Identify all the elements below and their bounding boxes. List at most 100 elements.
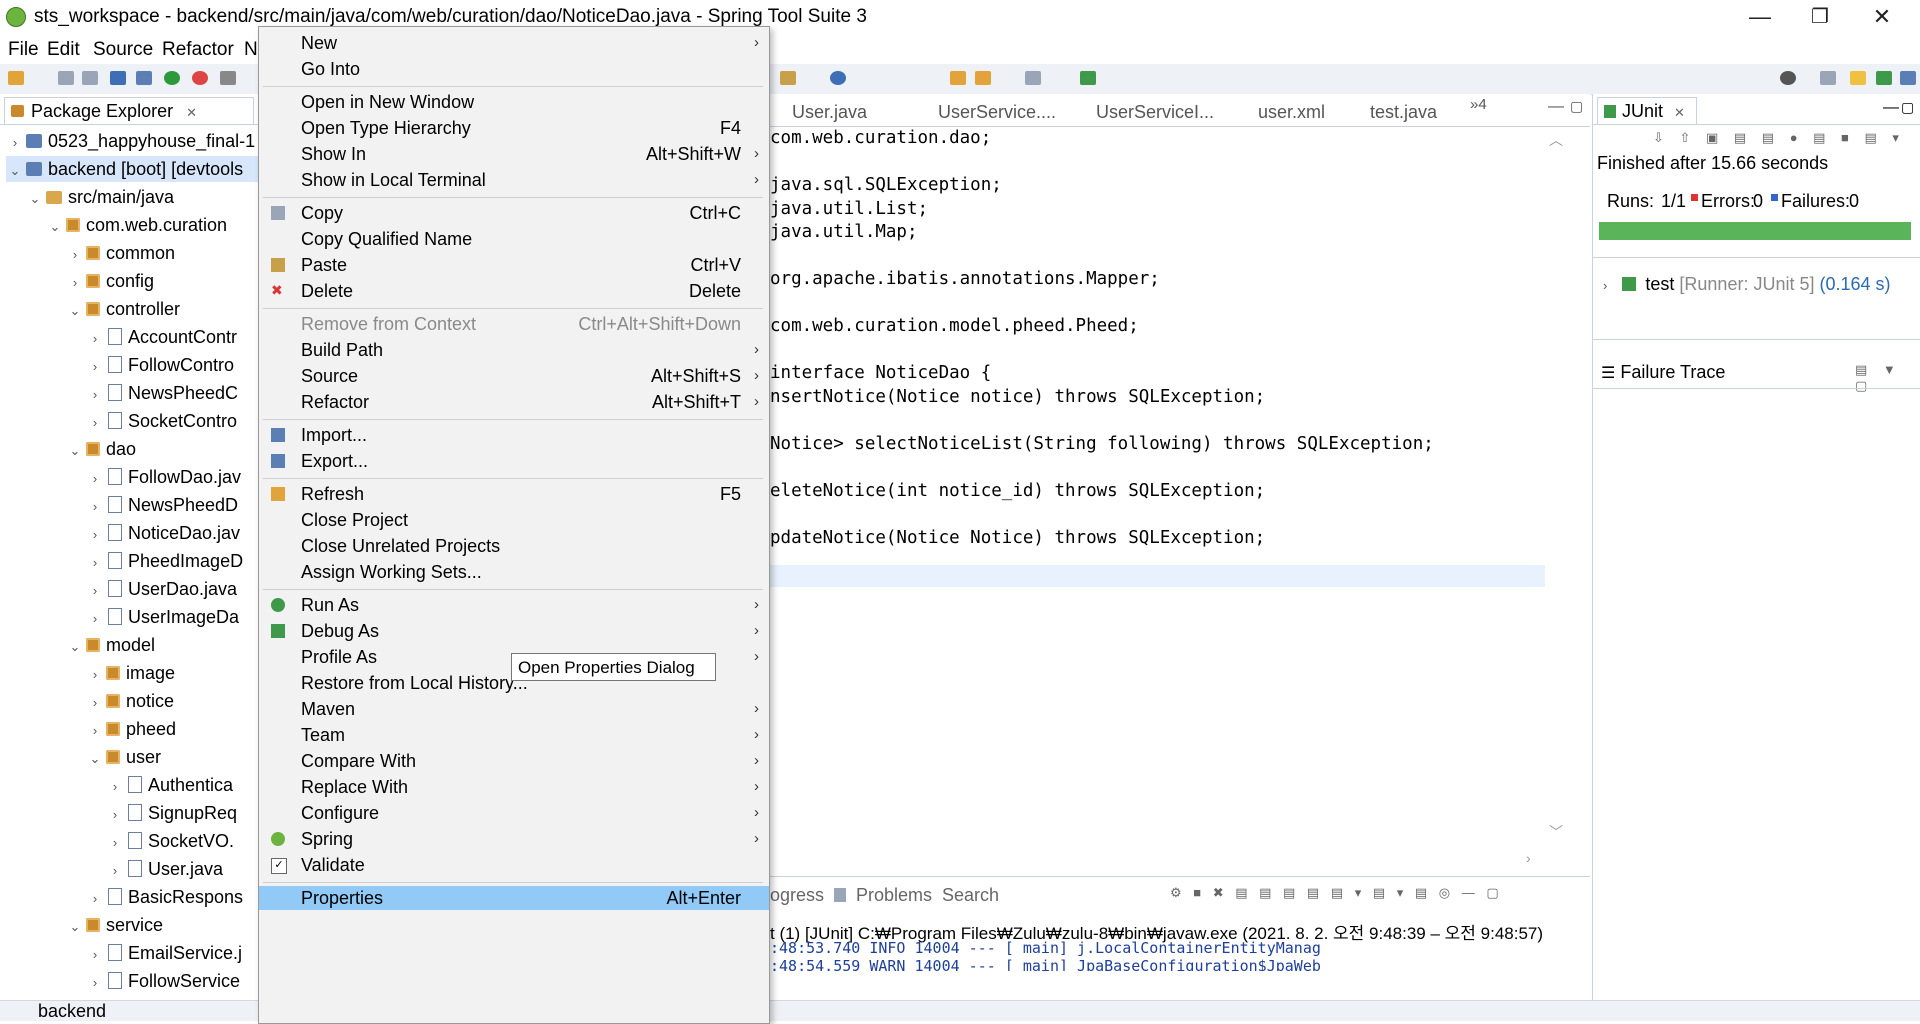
menu-item-refresh[interactable]: Refresh F5 xyxy=(259,482,769,506)
menu-item-go-into[interactable]: Go Into xyxy=(259,57,769,81)
menu-item-export[interactable]: Export... xyxy=(259,449,769,473)
back-nav-icon[interactable] xyxy=(950,71,966,85)
menu-item-debug-as[interactable]: Debug As › xyxy=(259,619,769,643)
menu-item-show-in[interactable]: Show In Alt+Shift+W › xyxy=(259,142,769,166)
scroll-right-icon[interactable]: › xyxy=(1526,850,1531,866)
minimize-view-icon[interactable]: — xyxy=(1883,99,1899,117)
scroll-down-icon[interactable]: ﹀ xyxy=(1549,822,1563,842)
expand-chevron-icon[interactable]: › xyxy=(86,466,104,492)
search-icon[interactable] xyxy=(1780,71,1796,85)
java-perspective-icon[interactable] xyxy=(1850,71,1866,85)
terminal-icon[interactable] xyxy=(110,71,126,85)
expand-chevron-icon[interactable]: › xyxy=(106,802,124,828)
tree-item[interactable]: › EmailService.j xyxy=(86,940,242,966)
menu-edit[interactable]: Edit xyxy=(47,39,80,61)
menu-item-build-path[interactable]: Build Path › xyxy=(259,338,769,362)
next-annotation-icon[interactable] xyxy=(1025,71,1041,85)
tree-item[interactable]: › NoticeDao.jav xyxy=(86,520,240,546)
menu-item-delete[interactable]: ✖ Delete Delete xyxy=(259,279,769,303)
tab-package-explorer[interactable]: Package Explorer ✕ xyxy=(4,97,254,124)
menu-item-remove-from-context[interactable]: Remove from Context Ctrl+Alt+Shift+Down xyxy=(259,312,769,336)
menu-item-compare-with[interactable]: Compare With › xyxy=(259,749,769,773)
close-tab-icon[interactable]: ✕ xyxy=(186,105,197,120)
menu-item-import[interactable]: Import... xyxy=(259,423,769,447)
collapse-chevron-icon[interactable]: ⌄ xyxy=(66,438,84,464)
console-toolbar[interactable]: ⚙ ■ ✖ ▤ ▤ ▤ ▤ ▤ ▾ ▤ ▾ ▤ ◎ — ▢ xyxy=(1170,885,1503,901)
tree-item[interactable]: › 0523_happyhouse_final-1 xyxy=(6,128,255,154)
menu-item-team[interactable]: Team › xyxy=(259,723,769,747)
collapse-chevron-icon[interactable]: ⌄ xyxy=(86,746,104,772)
menu-item-open-in-new-window[interactable]: Open in New Window xyxy=(259,90,769,114)
tree-item[interactable]: ⌄ com.web.curation xyxy=(46,212,228,238)
open-perspective-icon[interactable] xyxy=(1820,71,1836,85)
menu-item-show-in-local-terminal[interactable]: Show in Local Terminal › xyxy=(259,168,769,192)
tree-item[interactable]: › Authentica xyxy=(106,772,233,798)
expand-chevron-icon[interactable]: › xyxy=(86,942,104,968)
search-toolbar-icon[interactable] xyxy=(830,71,846,85)
expand-chevron-icon[interactable]: › xyxy=(86,970,104,996)
save-all-icon[interactable] xyxy=(82,71,98,85)
menu-item-copy[interactable]: Copy Ctrl+C xyxy=(259,201,769,225)
close-button[interactable]: ✕ xyxy=(1852,0,1912,36)
maximize-editor-icon[interactable]: ▢ xyxy=(1570,98,1583,115)
expand-chevron-icon[interactable]: › xyxy=(6,130,24,156)
tab-search[interactable]: Search xyxy=(942,885,999,906)
expand-chevron-icon[interactable]: › xyxy=(66,270,84,296)
expand-chevron-icon[interactable]: › xyxy=(86,494,104,520)
open-type-icon[interactable] xyxy=(780,71,796,85)
expand-chevron-icon[interactable]: › xyxy=(86,326,104,352)
tree-item[interactable]: › UserDao.java xyxy=(86,576,237,602)
minimize-button[interactable]: — xyxy=(1730,0,1790,36)
save-icon[interactable] xyxy=(58,71,74,85)
close-tab-icon[interactable]: ✕ xyxy=(1674,105,1685,120)
new-icon[interactable] xyxy=(8,71,24,85)
maximize-button[interactable]: ❐ xyxy=(1790,0,1850,36)
menu-source[interactable]: Source xyxy=(93,39,153,61)
expand-chevron-icon[interactable]: › xyxy=(86,550,104,576)
tab-progress[interactable]: ogress xyxy=(770,885,824,906)
tree-item[interactable]: › SocketContro xyxy=(86,408,237,434)
collapse-chevron-icon[interactable]: ⌄ xyxy=(66,634,84,660)
collapse-chevron-icon[interactable]: ⌄ xyxy=(66,298,84,324)
tree-item[interactable]: ⌄ controller xyxy=(66,296,180,322)
menu-item-configure[interactable]: Configure › xyxy=(259,801,769,825)
menu-item-new[interactable]: New › xyxy=(259,31,769,55)
tree-item[interactable]: › AccountContr xyxy=(86,324,237,350)
tree-item[interactable]: › PheedImageD xyxy=(86,548,243,574)
expand-chevron-icon[interactable]: › xyxy=(86,718,104,744)
tab-userserviceimpl[interactable]: UserServiceI... xyxy=(1096,102,1214,123)
menu-refactor[interactable]: Refactor xyxy=(162,39,234,61)
minimize-editor-icon[interactable]: — xyxy=(1548,98,1564,116)
expand-chevron-icon[interactable]: › xyxy=(86,522,104,548)
expand-chevron-icon[interactable]: › xyxy=(86,410,104,436)
junit-toolbar[interactable]: ⇩ ⇧ ▣ ▤ ▤ ● ▤ ■ ▤ ▾ ⋮ xyxy=(1653,130,1920,146)
menu-item-maven[interactable]: Maven › xyxy=(259,697,769,721)
collapse-chevron-icon[interactable]: ⌄ xyxy=(6,158,24,184)
tree-item[interactable]: › NewsPheedC xyxy=(86,380,238,406)
menu-item-properties[interactable]: Properties Alt+Enter xyxy=(259,886,769,910)
expand-chevron-icon[interactable]: › xyxy=(86,578,104,604)
tree-item[interactable]: ⌄ src/main/java xyxy=(26,184,174,210)
forward-nav-icon[interactable] xyxy=(975,71,991,85)
collapse-chevron-icon[interactable]: ⌄ xyxy=(66,914,84,940)
spring-toolbar-icon[interactable] xyxy=(192,71,208,85)
tab-junit[interactable]: JUnit ✕ xyxy=(1597,97,1697,124)
menu-item-close-project[interactable]: Close Project xyxy=(259,508,769,532)
pin-editor-icon[interactable] xyxy=(1080,71,1096,85)
tree-item[interactable]: › SignupReq xyxy=(106,800,237,826)
tree-item[interactable]: ⌄ backend [boot] [devtools xyxy=(6,156,284,184)
menu-item-source[interactable]: Source Alt+Shift+S › xyxy=(259,364,769,388)
tree-item[interactable]: ⌄ user xyxy=(86,744,161,770)
junit-test-row[interactable]: › test [Runner: JUnit 5] (0.164 s) xyxy=(1603,274,1891,295)
expand-chevron-icon[interactable]: › xyxy=(86,606,104,632)
menu-item-close-unrelated-projects[interactable]: Close Unrelated Projects xyxy=(259,534,769,558)
tree-item[interactable]: › FollowService xyxy=(86,968,240,994)
expand-chevron-icon[interactable]: › xyxy=(86,690,104,716)
tree-item[interactable]: › config xyxy=(66,268,154,294)
tree-item[interactable]: ⌄ dao xyxy=(66,436,137,464)
menu-navigate[interactable]: N xyxy=(244,39,258,61)
menu-item-run-as[interactable]: Run As › xyxy=(259,593,769,617)
menu-item-paste[interactable]: Paste Ctrl+V xyxy=(259,253,769,277)
tree-item[interactable]: › FollowDao.jav xyxy=(86,464,241,490)
tree-item[interactable]: › NewsPheedD xyxy=(86,492,238,518)
